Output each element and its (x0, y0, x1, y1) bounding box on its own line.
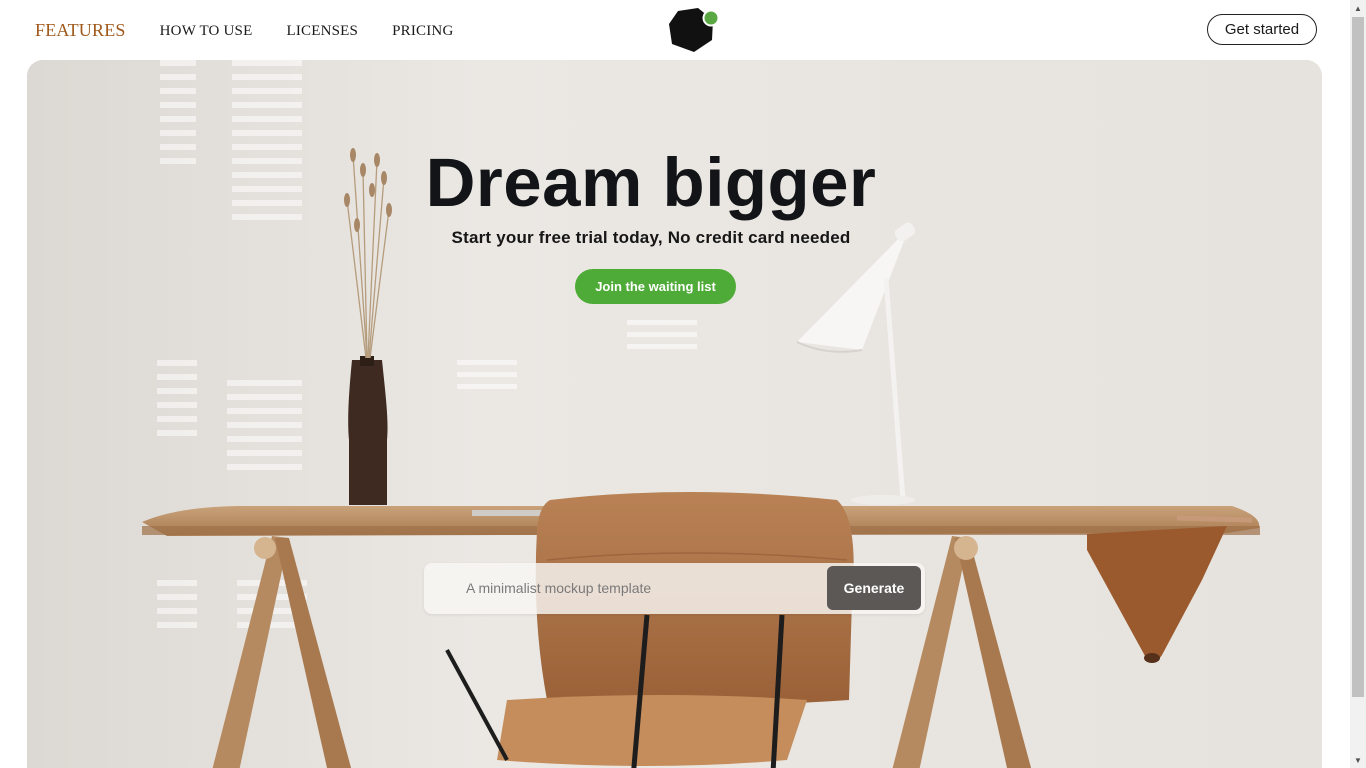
hero-section: Dream bigger Start your free trial today… (27, 60, 1322, 768)
landing-page: FEATURES HOW TO USE LICENSES PRICING Get… (0, 0, 1366, 768)
prompt-input[interactable] (438, 571, 818, 605)
generate-button[interactable]: Generate (827, 566, 921, 610)
prompt-generator-bar: Generate (424, 563, 925, 614)
hero-subtitle: Start your free trial today, No credit c… (451, 228, 851, 247)
nav-link-how-to-use[interactable]: HOW TO USE (160, 20, 253, 42)
nav-link-features[interactable]: FEATURES (35, 20, 126, 42)
nav-links: FEATURES HOW TO USE LICENSES PRICING (35, 20, 488, 42)
top-navigation: FEATURES HOW TO USE LICENSES PRICING Get… (0, 0, 1350, 60)
scroll-down-arrow-icon[interactable]: ▼ (1350, 752, 1366, 768)
get-started-button[interactable]: Get started (1207, 14, 1317, 45)
logo-green-dot (702, 9, 720, 27)
nav-link-licenses[interactable]: LICENSES (286, 20, 358, 42)
vertical-scrollbar[interactable]: ▲ ▼ (1350, 0, 1366, 768)
scroll-up-arrow-icon[interactable]: ▲ (1350, 0, 1366, 16)
hexagon-logo-icon[interactable] (668, 8, 720, 52)
join-waiting-list-button[interactable]: Join the waiting list (575, 269, 736, 304)
scrollbar-thumb[interactable] (1352, 17, 1364, 697)
nav-link-pricing[interactable]: PRICING (392, 20, 453, 42)
hero-title: Dream bigger (425, 144, 877, 221)
